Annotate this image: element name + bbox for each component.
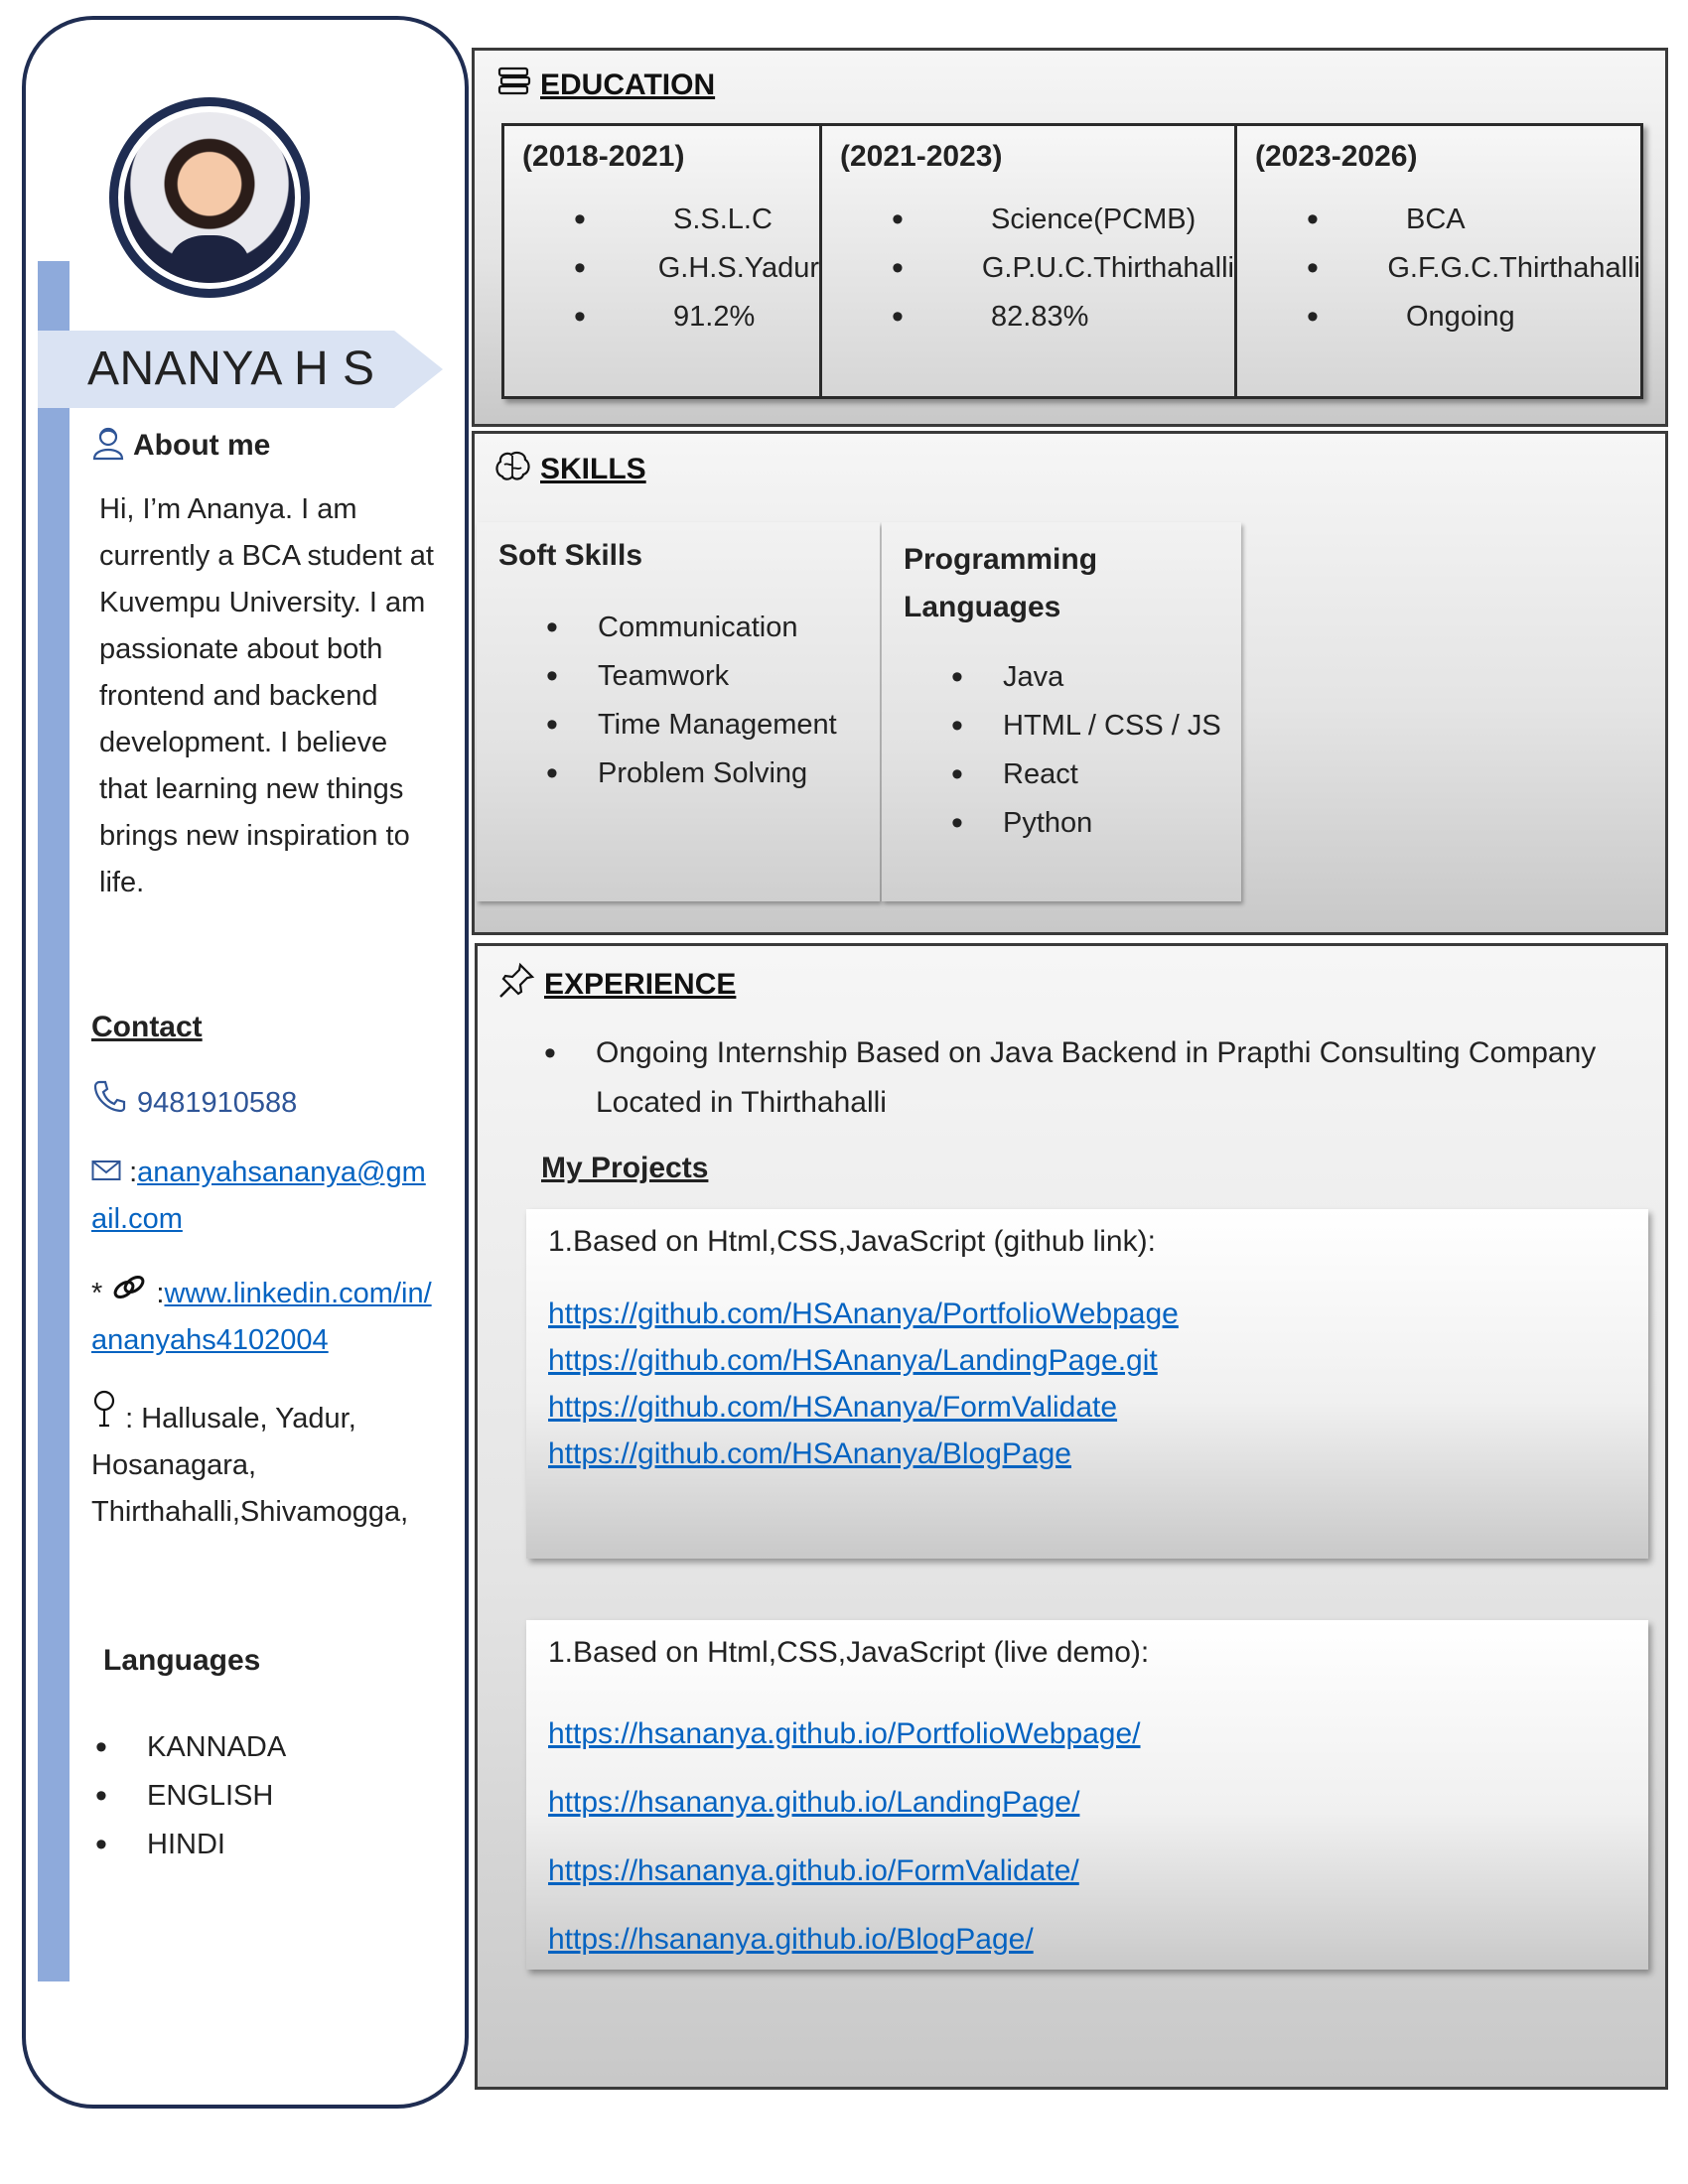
- list-item: G.F.G.C.Thirthahalli: [1255, 244, 1640, 293]
- list-item: S.S.L.C: [522, 196, 819, 244]
- contact-title: Contact: [91, 1011, 203, 1043]
- demo-links-list: https://hsananya.github.io/PortfolioWebp…: [548, 1700, 1141, 1974]
- books-icon: [496, 66, 532, 105]
- demo-link[interactable]: https://hsananya.github.io/PortfolioWebp…: [548, 1717, 1141, 1750]
- programming-languages-card: Programming Languages Java HTML / CSS / …: [882, 522, 1241, 901]
- programming-title: Programming Languages: [904, 536, 1097, 631]
- education-column: (2021-2023) Science(PCMB) G.P.U.C.Thirth…: [822, 126, 1237, 396]
- list-item: HINDI: [91, 1821, 286, 1869]
- github-link[interactable]: https://github.com/HSAnanya/FormValidate: [548, 1391, 1117, 1424]
- phone-icon: [91, 1078, 127, 1129]
- email-prefix: :: [129, 1157, 138, 1188]
- list-item: Time Management: [546, 701, 837, 750]
- languages-list: KANNADA ENGLISH HINDI: [91, 1723, 286, 1869]
- link-icon: [102, 1275, 156, 1309]
- address-text: Hallusale, Yadur, Hosanagara, Thirthahal…: [91, 1403, 409, 1528]
- list-item: Science(PCMB): [840, 196, 1234, 244]
- contact-email[interactable]: :ananyahsananya@gmail.com: [91, 1150, 439, 1243]
- education-title: EDUCATION: [540, 68, 716, 101]
- github-link[interactable]: https://github.com/HSAnanya/BlogPage: [548, 1437, 1071, 1470]
- github-link[interactable]: https://github.com/HSAnanya/PortfolioWeb…: [548, 1297, 1179, 1330]
- education-heading: EDUCATION: [496, 66, 715, 105]
- list-item: KANNADA: [91, 1723, 286, 1772]
- address-prefix: :: [125, 1403, 134, 1434]
- list-item: G.P.U.C.Thirthahalli: [840, 244, 1234, 293]
- list-item: G.H.S.Yadur: [522, 244, 819, 293]
- soft-skills-title: Soft Skills: [498, 539, 643, 572]
- github-heading: 1.Based on Html,CSS,JavaScript (github l…: [548, 1225, 1156, 1258]
- demo-link[interactable]: https://hsananya.github.io/FormValidate/: [548, 1854, 1079, 1887]
- list-item: React: [951, 751, 1221, 799]
- sidebar-accent-bar: [38, 261, 70, 1981]
- github-links-list: https://github.com/HSAnanya/PortfolioWeb…: [548, 1291, 1179, 1477]
- list-item: ENGLISH: [91, 1772, 286, 1821]
- email-link[interactable]: ananyahsananya@gmail.com: [91, 1157, 426, 1235]
- education-column: (2018-2021) S.S.L.C G.H.S.Yadur 91.2%: [504, 126, 822, 396]
- soft-skills-card: Soft Skills Communication Teamwork Time …: [477, 522, 880, 901]
- profile-photo-image: [118, 106, 301, 289]
- languages-title: Languages: [103, 1644, 261, 1677]
- demo-link[interactable]: https://hsananya.github.io/LandingPage/: [548, 1786, 1079, 1819]
- location-pin-icon: [91, 1390, 125, 1434]
- list-item: Ongoing: [1255, 293, 1640, 341]
- programming-list: Java HTML / CSS / JS React Python: [951, 653, 1221, 848]
- about-text: Hi, I’m Ananya. I am currently a BCA stu…: [99, 493, 434, 898]
- experience-title: EXPERIENCE: [544, 968, 737, 1001]
- bullet: •: [544, 1034, 556, 1072]
- list-item: Python: [951, 799, 1221, 848]
- experience-text: Ongoing Internship Based on Java Backend…: [596, 1036, 1597, 1119]
- education-years: (2021-2023): [840, 140, 1003, 173]
- contact-linkedin[interactable]: * :www.linkedin.com/in/ananyahs4102004: [91, 1271, 439, 1364]
- about-heading: About me: [91, 425, 270, 466]
- profile-name: ANANYA H S: [87, 342, 375, 395]
- demo-link[interactable]: https://hsananya.github.io/BlogPage/: [548, 1923, 1034, 1956]
- education-years: (2018-2021): [522, 140, 685, 173]
- list-item: BCA: [1255, 196, 1640, 244]
- pushpin-icon: [496, 961, 536, 1009]
- profile-photo: [109, 97, 310, 298]
- linkedin-prefix: *: [91, 1278, 103, 1309]
- list-item: Java: [951, 653, 1221, 702]
- list-item: HTML / CSS / JS: [951, 702, 1221, 751]
- projects-title: My Projects: [541, 1152, 709, 1184]
- github-links-card: 1.Based on Html,CSS,JavaScript (github l…: [526, 1209, 1648, 1559]
- programming-title-line2: Languages: [904, 591, 1061, 623]
- brain-icon: [492, 449, 532, 490]
- live-demo-card: 1.Based on Html,CSS,JavaScript (live dem…: [526, 1620, 1648, 1970]
- about-title: About me: [133, 428, 271, 462]
- contact-phone[interactable]: 9481910588: [91, 1078, 439, 1129]
- soft-skills-list: Communication Teamwork Time Management P…: [546, 604, 837, 798]
- education-years: (2023-2026): [1255, 140, 1418, 173]
- skills-heading: SKILLS: [492, 449, 646, 490]
- list-item: Teamwork: [546, 652, 837, 701]
- list-item: 82.83%: [840, 293, 1234, 341]
- list-item: Communication: [546, 604, 837, 652]
- contact-address: : Hallusale, Yadur, Hosanagara, Thirthah…: [91, 1390, 439, 1536]
- education-table: (2018-2021) S.S.L.C G.H.S.Yadur 91.2% (2…: [501, 123, 1643, 399]
- phone-number[interactable]: 9481910588: [137, 1080, 297, 1127]
- demo-heading: 1.Based on Html,CSS,JavaScript (live dem…: [548, 1636, 1150, 1669]
- envelope-icon: [91, 1157, 129, 1188]
- experience-item: • Ongoing Internship Based on Java Backe…: [544, 1028, 1646, 1128]
- skills-title: SKILLS: [540, 453, 646, 485]
- programming-title-line1: Programming: [904, 543, 1098, 576]
- experience-heading: EXPERIENCE: [496, 961, 736, 1009]
- list-item: 91.2%: [522, 293, 819, 341]
- github-link[interactable]: https://github.com/HSAnanya/LandingPage.…: [548, 1344, 1158, 1377]
- list-item: Problem Solving: [546, 750, 837, 798]
- person-icon: [91, 425, 125, 466]
- education-column: (2023-2026) BCA G.F.G.C.Thirthahalli Ong…: [1237, 126, 1640, 396]
